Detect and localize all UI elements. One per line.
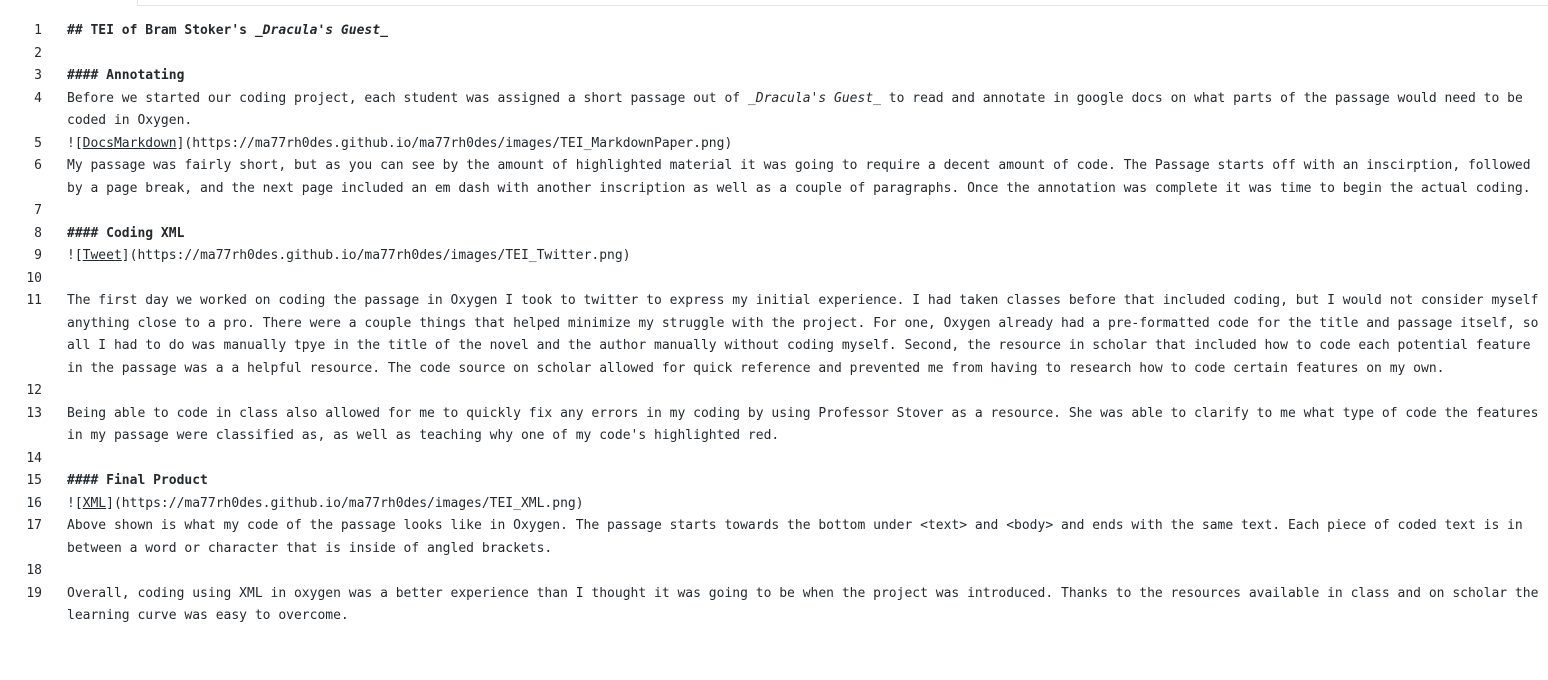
code-text: The first day we worked on coding the pa… [67,293,1547,376]
file-header-border [137,0,1548,6]
code-line: 7 [0,200,1548,223]
code-line: 8 #### Coding XML [0,223,1548,246]
line-number[interactable]: 19 [0,583,67,606]
line-content: ## TEI of Bram Stoker's _Dracula's Guest… [67,20,1548,43]
code-text: ](https://ma77rh0des.github.io/ma77rh0de… [176,135,733,151]
line-number[interactable]: 18 [0,560,67,583]
line-content [67,200,1548,223]
code-text: Being able to code in class also allowed… [67,405,1547,444]
code-line: 14 [0,448,1548,471]
line-number[interactable]: 15 [0,470,67,493]
code-text: #### Final Product [67,473,208,488]
code-text: My passage was fairly short, but as you … [67,158,1539,196]
code-text: #### Annotating [67,68,185,83]
code-line: 11 The first day we worked on coding the … [0,290,1548,380]
line-number[interactable]: 16 [0,493,67,516]
code-text: ](https://ma77rh0des.github.io/ma77rh0de… [106,495,584,511]
line-content [67,380,1548,403]
code-text: ![ [67,135,83,151]
code-line: 18 [0,560,1548,583]
line-number[interactable]: 1 [0,20,67,43]
code-text: _Dracula's Guest_ [747,90,881,106]
code-line: 13 Being able to code in class also allow… [0,403,1548,448]
code-text: Above shown is what my code of the passa… [67,518,1531,556]
code-line: 4 Before we started our coding project, e… [0,88,1548,133]
code-text: ![ [67,248,83,263]
code-line: 3 #### Annotating [0,65,1548,88]
line-number[interactable]: 12 [0,380,67,403]
line-content: ![DocsMarkdown](https://ma77rh0des.githu… [67,133,1548,156]
code-text: ](https://ma77rh0des.github.io/ma77rh0de… [121,248,631,263]
line-content: #### Annotating [67,65,1548,88]
line-content [67,448,1548,471]
code-text: ## TEI of Bram Stoker's [67,23,255,38]
line-number[interactable]: 4 [0,88,67,111]
line-content: My passage was fairly short, but as you … [67,155,1548,200]
line-content: ![XML](https://ma77rh0des.github.io/ma77… [67,493,1548,516]
code-text: ![ [67,495,83,511]
code-line: 9 ![Tweet](https://ma77rh0des.github.io/m… [0,245,1548,268]
line-content: The first day we worked on coding the pa… [67,290,1548,380]
code-line: 15 #### Final Product [0,470,1548,493]
code-text: Overall, coding using XML in oxygen was … [67,585,1547,624]
line-number[interactable]: 11 [0,290,67,313]
code-line: 12 [0,380,1548,403]
code-text: _Dracula's Guest_ [254,23,388,38]
code-text: #### Coding XML [67,225,185,241]
line-number[interactable]: 14 [0,448,67,471]
line-content: Overall, coding using XML in oxygen was … [67,583,1548,628]
code-line: 19 Overall, coding using XML in oxygen wa… [0,583,1548,628]
link-text: XML [82,495,107,511]
code-line: 1 ## TEI of Bram Stoker's _Dracula's Gues… [0,20,1548,43]
line-number[interactable]: 6 [0,155,67,178]
line-content [67,268,1548,291]
code-line: 16 ![XML](https://ma77rh0des.github.io/ma… [0,493,1548,516]
line-number[interactable]: 5 [0,133,67,156]
code-text: Before we started our coding project, ea… [67,90,748,106]
line-content [67,43,1548,66]
line-number[interactable]: 8 [0,223,67,246]
code-view: 1 ## TEI of Bram Stoker's _Dracula's Gues… [0,20,1548,628]
link-text: Tweet [82,248,122,263]
line-number[interactable]: 10 [0,268,67,291]
line-number[interactable]: 9 [0,245,67,268]
line-number[interactable]: 17 [0,515,67,538]
line-content: #### Coding XML [67,223,1548,246]
line-content: #### Final Product [67,470,1548,493]
line-content: Above shown is what my code of the passa… [67,515,1548,560]
link-text: DocsMarkdown [82,135,177,151]
line-number[interactable]: 13 [0,403,67,426]
code-line: 17 Above shown is what my code of the pas… [0,515,1548,560]
line-number[interactable]: 2 [0,43,67,66]
code-line: 2 [0,43,1548,66]
line-content: ![Tweet](https://ma77rh0des.github.io/ma… [67,245,1548,268]
code-line: 5 ![DocsMarkdown](https://ma77rh0des.gith… [0,133,1548,156]
line-number[interactable]: 7 [0,200,67,223]
line-content: Before we started our coding project, ea… [67,88,1548,133]
line-content: Being able to code in class also allowed… [67,403,1548,448]
line-number[interactable]: 3 [0,65,67,88]
code-line: 10 [0,268,1548,291]
code-line: 6 My passage was fairly short, but as you… [0,155,1548,200]
line-content [67,560,1548,583]
